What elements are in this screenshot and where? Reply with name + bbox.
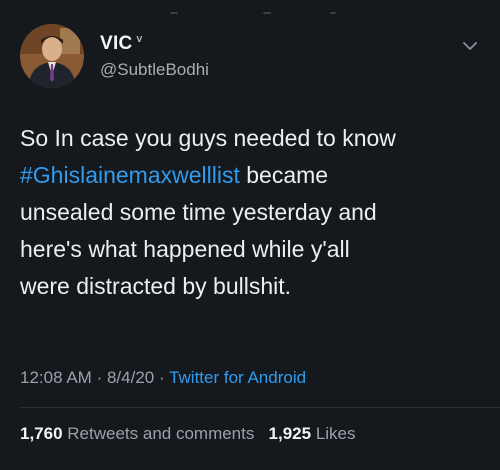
chevron-down-icon[interactable]: [460, 36, 480, 56]
top-edge-dashes: [0, 0, 500, 20]
likes-count: 1,925: [268, 424, 312, 443]
avatar[interactable]: [20, 24, 84, 88]
tweet-line: unsealed some time yesterday and: [20, 199, 377, 225]
tweet-line-text: became: [246, 162, 329, 188]
retweets-label: Retweets and comments: [67, 424, 255, 443]
tweet-stats: 1,760 Retweets and comments 1,925 Likes: [20, 424, 356, 444]
tweet-line: #Ghislainemaxwelllist became: [20, 157, 482, 194]
hashtag-link[interactable]: #Ghislainemaxwelllist: [20, 162, 240, 188]
display-name[interactable]: VIC: [100, 33, 133, 55]
tweet-time[interactable]: 12:08 AM: [20, 368, 92, 387]
user-handle[interactable]: @SubtleBodhi: [100, 60, 209, 80]
tweet-line: So In case you guys needed to know: [20, 125, 396, 151]
tweet-source-link[interactable]: Twitter for Android: [169, 368, 306, 387]
tweet-header: VIC v @SubtleBodhi: [20, 24, 480, 94]
display-name-row: VIC v: [100, 32, 209, 56]
divider: [20, 407, 500, 408]
avatar-photo-icon: [20, 24, 84, 88]
tweet-line: were distracted by bullshit.: [20, 273, 292, 299]
tweet-line: here's what happened while y'all: [20, 236, 350, 262]
likes-stat[interactable]: 1,925 Likes: [269, 424, 356, 443]
retweets-stat[interactable]: 1,760 Retweets and comments: [20, 424, 254, 443]
tweet-meta: 12:08 AM · 8/4/20 · Twitter for Android: [20, 368, 306, 388]
user-info: VIC v @SubtleBodhi: [100, 32, 209, 80]
likes-label: Likes: [315, 424, 356, 443]
meta-separator: ·: [96, 368, 103, 387]
meta-separator: ·: [158, 368, 165, 387]
tweet-body: So In case you guys needed to know #Ghis…: [20, 120, 482, 305]
tweet-date[interactable]: 8/4/20: [107, 368, 154, 387]
name-badge: v: [136, 33, 143, 45]
retweets-count: 1,760: [20, 424, 63, 443]
